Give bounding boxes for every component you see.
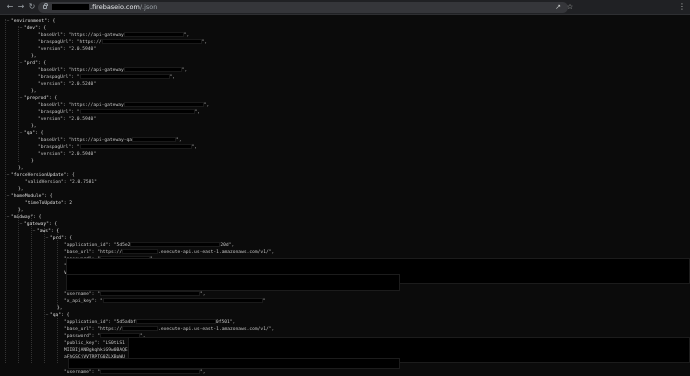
json-line: − "qa": { [45, 313, 70, 318]
json-line: − "gateway": { [19, 222, 58, 227]
redacted-box [123, 102, 204, 107]
redacted-box [79, 109, 195, 114]
json-line: "braspagUrl": " ", [38, 74, 176, 80]
json-line: "braspagUrl": " ", [38, 144, 198, 150]
json-line: "version": "2.0.5240" [38, 82, 97, 87]
json-line: − "prd": { [45, 236, 73, 241]
json-line: − "environment": { [6, 19, 56, 24]
forward-arrow-icon[interactable]: → [16, 2, 26, 12]
redacted-block [68, 358, 400, 369]
redacted-box [99, 369, 200, 374]
redacted-box [132, 137, 177, 142]
indent-guide [18, 208, 19, 363]
json-line: "baseUrl": "https://api-gateway ", [38, 67, 188, 73]
json-line: "application_id": "5d5a4bf 0f501", [64, 319, 236, 325]
indent-guide [57, 316, 58, 363]
redacted-box [123, 67, 182, 72]
json-line: "timeToUpdate": 2 [25, 201, 73, 206]
bookmark-star-icon[interactable]: ☆ [565, 2, 575, 12]
json-line: "baseUrl": "https://api-gateway ", [38, 102, 210, 108]
redacted-box [122, 326, 159, 331]
json-line: "application_id": "5d5e2 20d", [64, 242, 235, 248]
reload-icon[interactable]: ↻ [27, 2, 37, 12]
json-line: "baseUrl": "https://api-gateway ", [38, 32, 190, 38]
share-icon[interactable]: ↗ [553, 2, 563, 12]
json-line: − "dev": { [19, 26, 47, 31]
menu-dots-icon[interactable]: ⋮ [677, 2, 687, 12]
json-line: "username": " ", [64, 369, 206, 375]
url-path: /.json [139, 3, 158, 11]
redacted-box [130, 242, 221, 247]
json-line: − "forceVersionUpdate": { [6, 173, 75, 178]
back-arrow-icon[interactable]: ← [5, 2, 15, 12]
json-line: − "homeModule": { [6, 194, 53, 199]
json-line: }, [31, 89, 37, 94]
json-line: "base_url": "https://.execute-api.us-eas… [64, 326, 275, 332]
json-line: }, [18, 187, 24, 192]
redacted-box [99, 291, 200, 296]
url-host: .firebaseio.com [90, 3, 140, 11]
redacted-box [79, 144, 192, 149]
json-line: − "aws": { [32, 229, 60, 234]
redacted-box [123, 32, 184, 37]
json-line: } [31, 159, 34, 164]
json-line: "braspagUrl": " ", [38, 109, 201, 115]
json-line: − "midway": { [6, 215, 42, 220]
redacted-block [66, 274, 400, 291]
redacted-box [122, 249, 159, 254]
json-line: "x_api_key": " " [64, 298, 266, 304]
json-line: }, [31, 124, 37, 129]
redacted-box [102, 298, 263, 303]
json-line: "public_key": "LS0tLS1 [64, 341, 125, 346]
redacted-box [135, 319, 216, 324]
json-line: "username": " ", [64, 291, 206, 297]
json-line: }, [18, 166, 24, 171]
indent-guide [5, 19, 6, 363]
url-text[interactable]: .firebaseio.com/.json [52, 3, 157, 12]
indent-guide [31, 215, 32, 363]
redacted-box [52, 4, 89, 10]
json-line: }, [31, 54, 37, 59]
json-line: "validVersion": "2.0.7581" [25, 180, 97, 185]
lock-icon[interactable] [43, 3, 48, 9]
json-viewer: − "environment": { − "dev": { "baseUrl": "… [0, 15, 690, 375]
json-line: "version": "2.0.5940" [38, 117, 97, 122]
json-line: "version": "2.0.5940" [38, 47, 97, 52]
json-line: "base_url": "https://.execute-api.us-eas… [64, 249, 275, 255]
redacted-box [101, 39, 202, 44]
indent-guide [18, 26, 19, 162]
json-line: − "prd": { [19, 61, 47, 66]
address-bar[interactable]: .firebaseio.com/.json [38, 2, 568, 13]
json-line: − "qa": { [19, 131, 44, 136]
json-line: − "preprod": { [19, 96, 58, 101]
json-line: }, [18, 208, 24, 213]
json-line: "braspagUrl": "https://", [38, 39, 208, 45]
indent-guide [44, 222, 45, 363]
json-line: "baseUrl": "https://api-gateway-qa ", [38, 137, 182, 143]
json-line: }, [57, 306, 63, 311]
json-line: "version": "2.0.5940" [38, 152, 97, 157]
redacted-box [79, 74, 170, 79]
browser-toolbar: ← → ↻ .firebaseio.com/.json ↗ ☆ ⋮ [0, 0, 690, 15]
